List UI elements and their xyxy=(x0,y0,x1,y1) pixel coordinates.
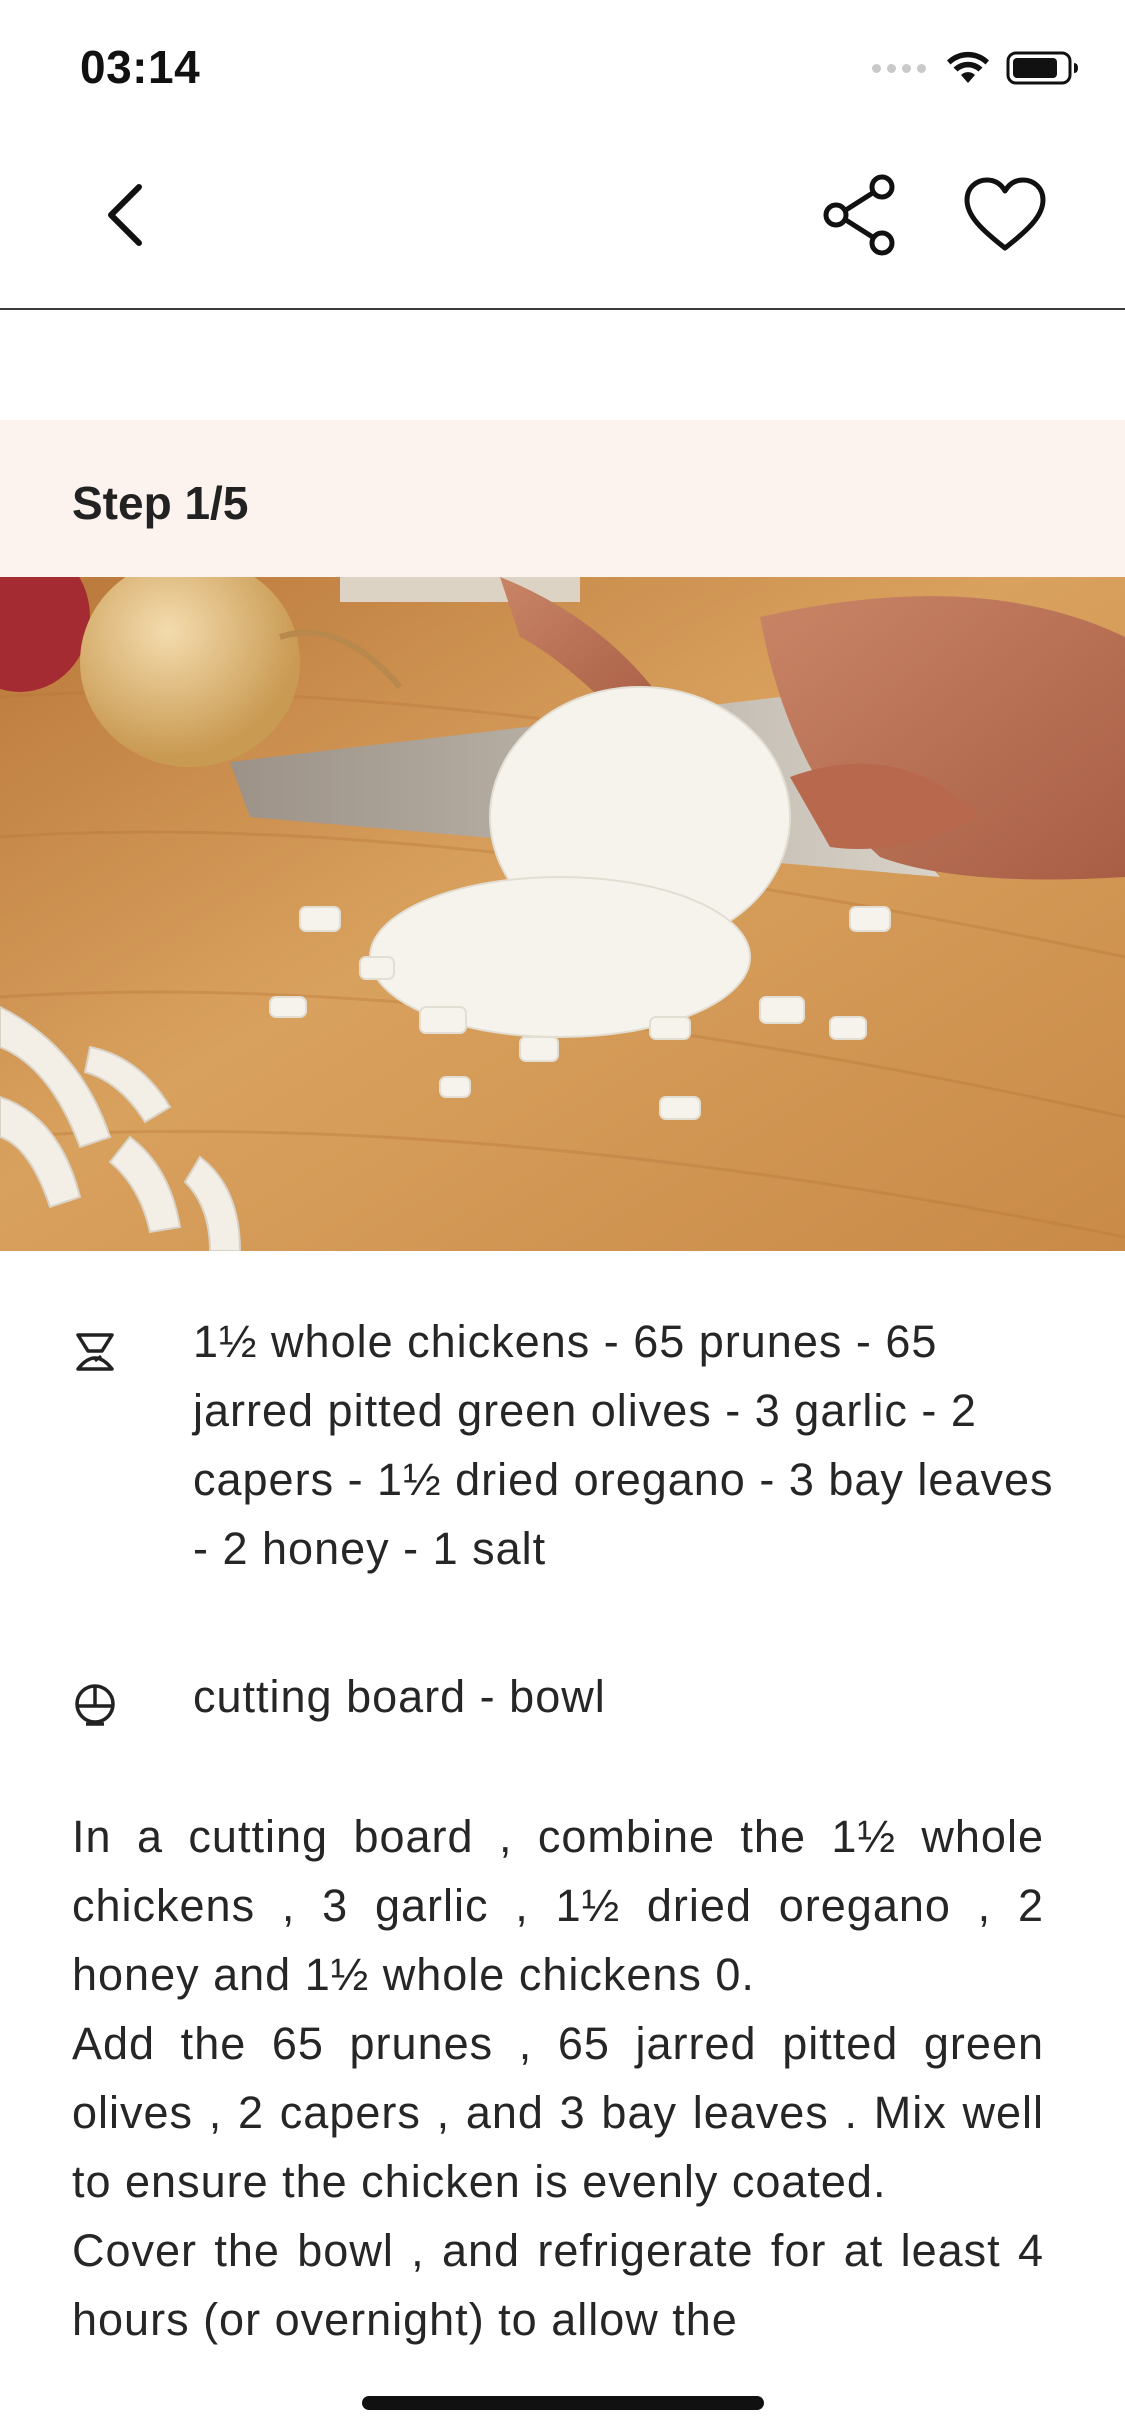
ingredients-text: 1½ whole chickens - 65 prunes - 65 jarre… xyxy=(193,1316,1054,1574)
share-icon xyxy=(823,174,895,256)
back-button[interactable] xyxy=(75,165,175,265)
home-indicator[interactable] xyxy=(362,2396,764,2410)
chevron-left-icon xyxy=(108,184,142,246)
cellular-signal-icon xyxy=(872,63,926,73)
battery-icon xyxy=(1006,51,1078,85)
status-icons xyxy=(872,48,1080,88)
instructions: In a cutting board , combine the 1½ whol… xyxy=(72,1802,1044,2354)
scale-icon xyxy=(72,1329,122,1379)
favorite-button[interactable] xyxy=(955,165,1055,265)
step-photo xyxy=(0,577,1125,1251)
step-label: Step 1/5 xyxy=(72,477,249,529)
instruction-paragraph: Cover the bowl , and refrigerate for at … xyxy=(72,2225,1044,2345)
status-bar: 03:14 xyxy=(0,0,1125,135)
heart-outline-icon xyxy=(964,177,1046,251)
status-time: 03:14 xyxy=(80,41,201,93)
cookware-icon xyxy=(72,1682,122,1732)
recipe-step-screen: 03:14 Step 1/5 1½ whole chickens - 65 pr… xyxy=(0,0,1125,2436)
chopped-onion-photo xyxy=(0,577,1125,1251)
wifi-icon xyxy=(947,51,989,83)
share-button[interactable] xyxy=(810,165,910,265)
equipment-text: cutting board - bowl xyxy=(193,1671,606,1722)
instruction-paragraph: In a cutting board , combine the 1½ whol… xyxy=(72,1811,1044,2000)
step-header: Step 1/5 xyxy=(0,420,1125,577)
instruction-paragraph: Add the 65 prunes , 65 jarred pitted gre… xyxy=(72,2018,1044,2207)
nav-bar xyxy=(0,135,1125,310)
